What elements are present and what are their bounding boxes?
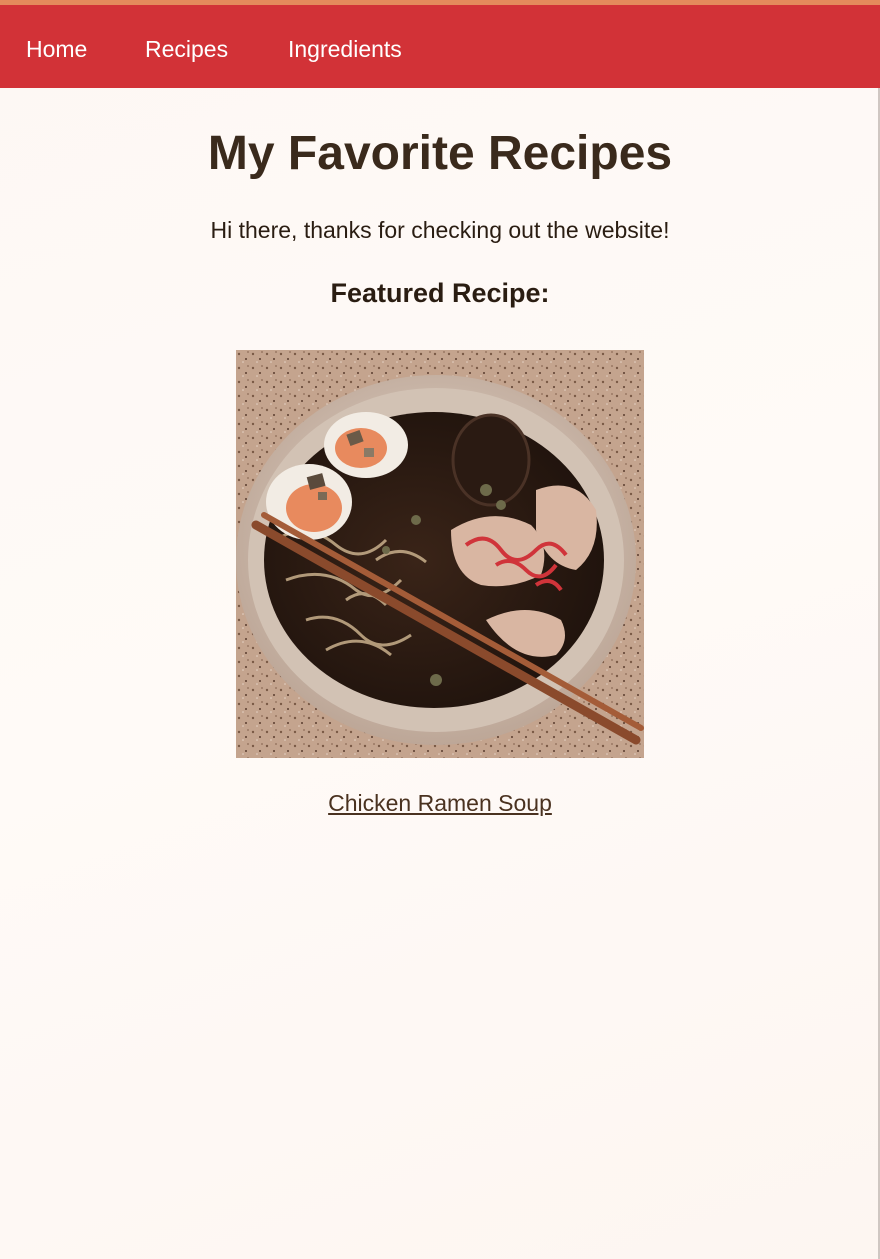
nav-ingredients-link[interactable]: Ingredients <box>288 35 402 63</box>
intro-text: Hi there, thanks for checking out the we… <box>210 217 670 243</box>
nav-home-link[interactable]: Home <box>26 35 87 63</box>
nav-recipes-link[interactable]: Recipes <box>145 35 228 63</box>
featured-recipe-heading: Featured Recipe: <box>330 278 550 308</box>
page-title: My Favorite Recipes <box>207 127 673 180</box>
featured-recipe-link[interactable]: Chicken Ramen Soup <box>0 788 880 818</box>
featured-recipe-photo <box>236 350 644 758</box>
top-navbar: Home Recipes Ingredients <box>0 5 880 88</box>
